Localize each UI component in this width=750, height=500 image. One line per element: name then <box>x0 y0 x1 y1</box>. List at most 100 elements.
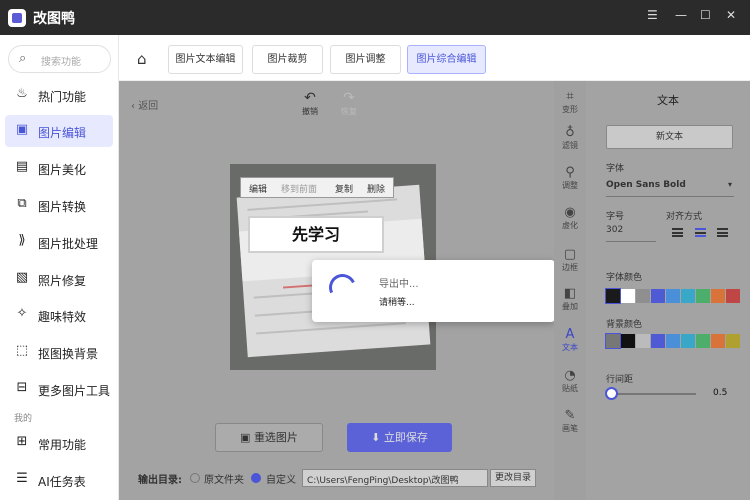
menu-icon[interactable]: ☰ <box>647 8 658 22</box>
font-color-swatch[interactable] <box>696 289 710 303</box>
sidebar-item-repair[interactable]: ▧ 照片修复 <box>5 263 113 295</box>
font-color-swatch[interactable] <box>605 288 621 304</box>
home-icon[interactable]: ⌂ <box>137 50 147 68</box>
original-folder-label: 原文件夹 <box>204 475 244 486</box>
font-color-swatch[interactable] <box>621 289 635 303</box>
ctx-delete[interactable]: 删除 <box>367 182 385 195</box>
output-path-field[interactable]: C:\Users\FengPing\Desktop\改图鸭 <box>302 469 488 487</box>
redo-button[interactable]: ↷ 恢复 <box>341 90 357 117</box>
ctx-edit[interactable]: 编辑 <box>249 182 267 195</box>
font-color-swatch[interactable] <box>666 289 680 303</box>
tool-label: 调整 <box>562 181 578 190</box>
search-icon: ⌕ <box>19 51 27 66</box>
undo-icon: ↶ <box>304 90 316 106</box>
section-mine: 我的 <box>14 414 33 424</box>
maximize-button[interactable]: ☐ <box>700 8 711 22</box>
font-color-swatch[interactable] <box>681 289 695 303</box>
tool-label: 画笔 <box>562 424 578 433</box>
bg-color-swatch[interactable] <box>666 334 680 348</box>
new-text-button[interactable]: 新文本 <box>606 125 733 149</box>
close-button[interactable]: ✕ <box>726 8 736 22</box>
minimize-button[interactable]: — <box>675 8 687 22</box>
tool-transform[interactable]: ⌗ 变形 <box>554 89 586 115</box>
search-placeholder: 搜索功能 <box>41 57 81 68</box>
sidebar-item-label: 趣味特效 <box>38 310 87 324</box>
radio-original-folder[interactable] <box>190 473 200 483</box>
align-left-icon[interactable] <box>672 228 683 237</box>
sidebar-item-label: 图片转换 <box>38 200 87 214</box>
tool-adjust[interactable]: ⚲ 调整 <box>554 165 586 191</box>
sidebar: ⌕ 搜索功能 ♨ 热门功能 ▣ 图片编辑 ▤ 图片美化 ⧉ 图片转换 ⟫ 图片批处理 ▧ 照… <box>0 35 119 500</box>
font-select[interactable]: Open Sans Bold ▾ <box>606 180 734 197</box>
sidebar-item-effects[interactable]: ✧ 趣味特效 <box>5 299 113 331</box>
bg-color-swatch[interactable] <box>696 334 710 348</box>
dialog-status: 导出中... <box>379 279 419 290</box>
tool-label: 边框 <box>562 263 578 272</box>
panel-title: 文本 <box>657 94 679 107</box>
tab-image-text-edit[interactable]: 图片文本编辑 <box>168 45 243 74</box>
tab-image-adjust[interactable]: 图片调整 <box>330 45 401 74</box>
search-input[interactable]: ⌕ 搜索功能 <box>8 45 111 73</box>
bg-color-swatch[interactable] <box>681 334 695 348</box>
tab-bar: ⌂ 图片文本编辑 图片裁剪 图片调整 图片综合编辑 <box>119 35 750 81</box>
tool-text[interactable]: A 文本 <box>554 327 586 353</box>
size-label: 字号 <box>606 212 625 222</box>
text-layer[interactable]: 先学习 <box>248 216 384 253</box>
bg-color-swatch[interactable] <box>711 334 725 348</box>
text-properties-panel: 文本 新文本 字体 Open Sans Bold ▾ 字号 对齐方式 302 字体… <box>586 81 750 500</box>
font-color-swatch[interactable] <box>636 289 650 303</box>
back-button[interactable]: ‹ 返回 <box>131 97 158 112</box>
line-spacing-slider[interactable] <box>608 393 696 395</box>
align-center-icon[interactable] <box>695 228 706 237</box>
tool-sticker[interactable]: ◔ 贴纸 <box>554 368 586 394</box>
redo-icon: ↷ <box>343 90 355 106</box>
undo-button[interactable]: ↶ 撤销 <box>302 90 318 117</box>
font-size-input[interactable]: 302 <box>606 225 656 242</box>
tab-image-composite-edit[interactable]: 图片综合编辑 <box>407 45 486 74</box>
bg-color-swatch[interactable] <box>651 334 665 348</box>
sidebar-item-more-tools[interactable]: ⊟ 更多图片工具 <box>5 373 113 405</box>
reselect-image-button[interactable]: ▣ 重选图片 <box>215 423 323 452</box>
sidebar-item-batch[interactable]: ⟫ 图片批处理 <box>5 226 113 258</box>
bg-color-swatch[interactable] <box>636 334 650 348</box>
tab-image-crop[interactable]: 图片裁剪 <box>252 45 323 74</box>
tool-brush[interactable]: ✎ 画笔 <box>554 408 586 434</box>
bg-color-swatch[interactable] <box>621 334 635 348</box>
sidebar-item-image-edit[interactable]: ▣ 图片编辑 <box>5 115 113 147</box>
task-icon: ☰ <box>16 471 28 486</box>
sidebar-item-label: 热门功能 <box>38 90 87 104</box>
sidebar-item-hot[interactable]: ♨ 热门功能 <box>5 79 113 111</box>
align-right-icon[interactable] <box>717 228 728 237</box>
ctx-bring-front[interactable]: 移到前面 <box>281 182 317 195</box>
reselect-label: 重选图片 <box>253 431 298 444</box>
overlay-icon: ◧ <box>563 286 577 301</box>
font-color-swatch[interactable] <box>711 289 725 303</box>
output-directory-row: 输出目录: 原文件夹 自定义 C:\Users\FengPing\Desktop… <box>138 469 548 489</box>
font-color-swatch[interactable] <box>726 289 740 303</box>
tool-label: 文本 <box>562 343 578 352</box>
save-now-button[interactable]: ⬇ 立即保存 <box>347 423 452 452</box>
convert-icon: ⧉ <box>17 196 27 211</box>
sidebar-item-ai-tasks[interactable]: ☰ AI任务表 <box>5 464 113 496</box>
tool-blur[interactable]: ◉ 虚化 <box>554 205 586 231</box>
export-dialog: 导出中... 请稍等... <box>312 260 555 322</box>
sidebar-item-convert[interactable]: ⧉ 图片转换 <box>5 189 113 221</box>
tool-overlay[interactable]: ◧ 叠加 <box>554 286 586 312</box>
change-directory-button[interactable]: 更改目录 <box>490 469 536 487</box>
photo-line <box>256 322 406 335</box>
slider-handle[interactable] <box>605 387 618 400</box>
sidebar-item-beautify[interactable]: ▤ 图片美化 <box>5 152 113 184</box>
picture-icon: ▤ <box>15 159 29 174</box>
bg-color-swatch[interactable] <box>726 334 740 348</box>
blur-icon: ◉ <box>564 205 576 220</box>
radio-custom[interactable] <box>251 473 261 483</box>
brush-icon: ✎ <box>564 408 576 423</box>
font-color-swatch[interactable] <box>651 289 665 303</box>
sidebar-item-common[interactable]: ⊞ 常用功能 <box>5 427 113 459</box>
sidebar-item-cutout[interactable]: ⬚ 抠图换背景 <box>5 336 113 368</box>
tool-filter[interactable]: ♁ 滤镜 <box>554 125 586 151</box>
grid-icon: ⊞ <box>16 434 28 449</box>
ctx-copy[interactable]: 复制 <box>335 182 353 195</box>
tool-frame[interactable]: ▢ 边框 <box>554 247 586 273</box>
bg-color-swatch[interactable] <box>605 333 621 349</box>
